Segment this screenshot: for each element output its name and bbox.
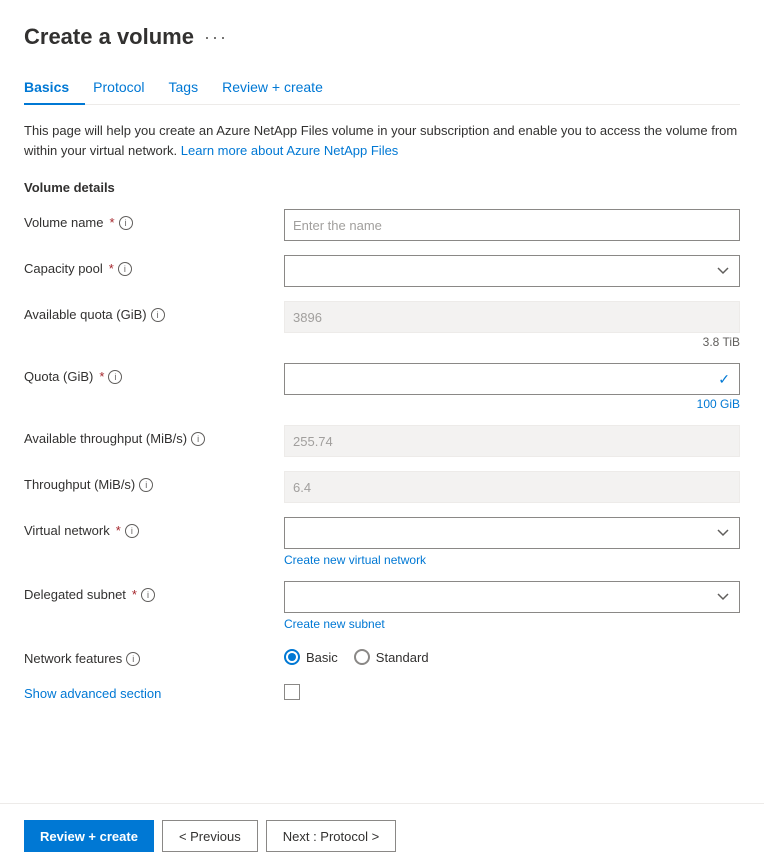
page-title: Create a volume — [24, 24, 194, 50]
available-quota-row: Available quota (GiB) i 3896 3.8 TiB — [24, 301, 740, 349]
show-advanced-checkbox[interactable] — [284, 684, 300, 700]
tab-tags[interactable]: Tags — [169, 71, 215, 105]
volume-name-info-icon[interactable]: i — [119, 216, 133, 230]
available-throughput-value: 255.74 — [284, 425, 740, 457]
volume-name-row: Volume name * i — [24, 209, 740, 241]
tabs-container: Basics Protocol Tags Review + create — [24, 70, 740, 105]
delegated-subnet-row: Delegated subnet * i Create new subnet — [24, 581, 740, 631]
volume-name-label: Volume name — [24, 215, 104, 230]
capacity-pool-row: Capacity pool * i — [24, 255, 740, 287]
available-quota-value: 3896 — [284, 301, 740, 333]
available-quota-info-icon[interactable]: i — [151, 308, 165, 322]
network-features-standard-option[interactable]: Standard — [354, 649, 429, 665]
network-features-info-icon[interactable]: i — [126, 652, 140, 666]
volume-name-input[interactable] — [284, 209, 740, 241]
tab-protocol[interactable]: Protocol — [93, 71, 160, 105]
ellipsis-menu-button[interactable]: ··· — [204, 27, 228, 48]
section-title: Volume details — [24, 180, 740, 195]
basic-radio-label: Basic — [306, 650, 338, 665]
standard-radio-circle — [354, 649, 370, 665]
available-throughput-label: Available throughput (MiB/s) — [24, 431, 187, 446]
delegated-subnet-label: Delegated subnet — [24, 587, 126, 602]
basic-radio-circle — [284, 649, 300, 665]
network-features-label: Network features — [24, 651, 122, 666]
create-virtual-network-link[interactable]: Create new virtual network — [284, 553, 426, 567]
capacity-pool-info-icon[interactable]: i — [118, 262, 132, 276]
review-create-button[interactable]: Review + create — [24, 820, 154, 852]
tab-review-create[interactable]: Review + create — [222, 71, 339, 105]
throughput-label: Throughput (MiB/s) — [24, 477, 135, 492]
throughput-info-icon[interactable]: i — [139, 478, 153, 492]
show-advanced-row: Show advanced section — [24, 680, 740, 703]
create-subnet-link[interactable]: Create new subnet — [284, 617, 385, 631]
quota-hint: 100 GiB — [697, 397, 740, 411]
delegated-subnet-info-icon[interactable]: i — [141, 588, 155, 602]
virtual-network-select[interactable] — [284, 517, 740, 549]
available-throughput-row: Available throughput (MiB/s) i 255.74 — [24, 425, 740, 457]
description-text: This page will help you create an Azure … — [24, 121, 740, 160]
quota-label: Quota (GiB) — [24, 369, 93, 384]
capacity-pool-required: * — [109, 261, 114, 276]
network-features-basic-option[interactable]: Basic — [284, 649, 338, 665]
quota-required: * — [99, 369, 104, 384]
virtual-network-label: Virtual network — [24, 523, 110, 538]
quota-info-icon[interactable]: i — [108, 370, 122, 384]
next-protocol-button[interactable]: Next : Protocol > — [266, 820, 396, 852]
available-throughput-info-icon[interactable]: i — [191, 432, 205, 446]
virtual-network-required: * — [116, 523, 121, 538]
volume-name-required: * — [110, 215, 115, 230]
throughput-row: Throughput (MiB/s) i 6.4 — [24, 471, 740, 503]
virtual-network-row: Virtual network * i Create new virtual n… — [24, 517, 740, 567]
available-quota-hint: 3.8 TiB — [703, 335, 740, 349]
network-features-radio-group: Basic Standard — [284, 645, 740, 665]
delegated-subnet-required: * — [132, 587, 137, 602]
form-container: Volume name * i Capacity pool * i — [24, 209, 740, 717]
quota-check-icon: ✓ — [718, 371, 730, 388]
quota-row: Quota (GiB) * i 100 ✓ 100 GiB — [24, 363, 740, 411]
capacity-pool-label: Capacity pool — [24, 261, 103, 276]
throughput-value: 6.4 — [284, 471, 740, 503]
show-advanced-label: Show advanced section — [24, 686, 161, 701]
quota-input[interactable]: 100 — [284, 363, 740, 395]
standard-radio-label: Standard — [376, 650, 429, 665]
basic-radio-dot — [288, 653, 296, 661]
delegated-subnet-select[interactable] — [284, 581, 740, 613]
capacity-pool-select[interactable] — [284, 255, 740, 287]
network-features-row: Network features i Basic Standard — [24, 645, 740, 666]
available-quota-label: Available quota (GiB) — [24, 307, 147, 322]
tab-basics[interactable]: Basics — [24, 71, 85, 105]
footer: Review + create < Previous Next : Protoc… — [0, 803, 764, 868]
learn-more-link[interactable]: Learn more about Azure NetApp Files — [181, 143, 399, 158]
previous-button[interactable]: < Previous — [162, 820, 258, 852]
virtual-network-info-icon[interactable]: i — [125, 524, 139, 538]
